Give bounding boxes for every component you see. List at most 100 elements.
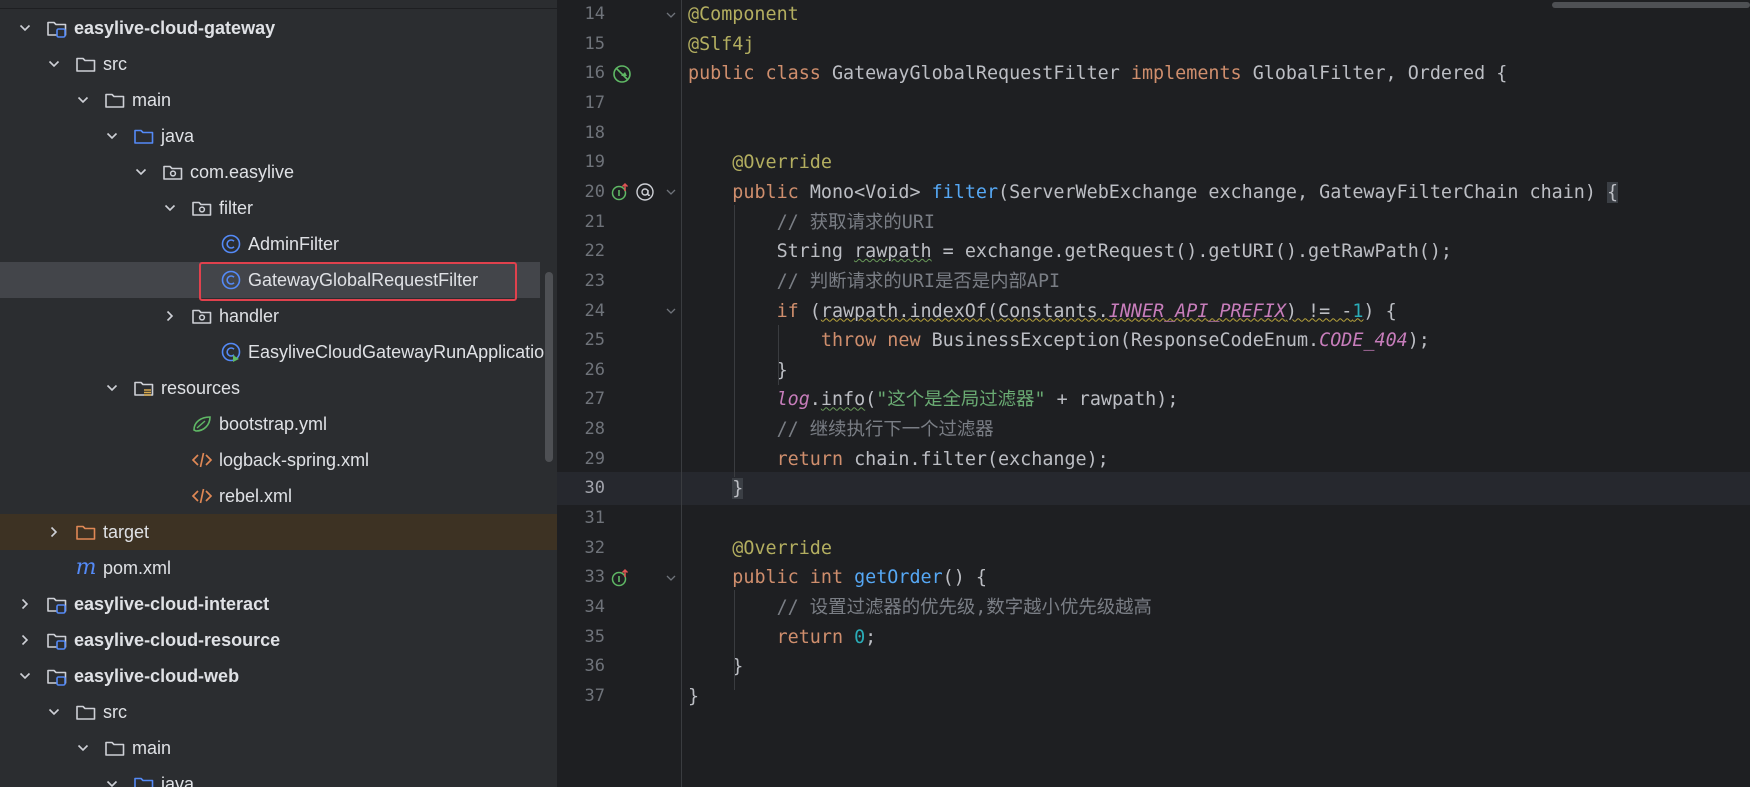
code-text[interactable]: @Slf4j bbox=[688, 28, 754, 61]
tree-item[interactable]: java bbox=[0, 118, 557, 154]
code-line[interactable]: 34 // 设置过滤器的优先级,数字越小优先级越高 bbox=[557, 591, 1750, 624]
code-line[interactable]: 31 bbox=[557, 502, 1750, 535]
code-text[interactable]: // 获取请求的URI bbox=[688, 206, 935, 239]
chevron-down-icon[interactable] bbox=[18, 21, 32, 35]
code-text[interactable]: public class GatewayGlobalRequestFilter … bbox=[688, 57, 1507, 90]
code-text[interactable]: } bbox=[688, 354, 788, 387]
code-line[interactable]: 15 @Slf4j bbox=[557, 28, 1750, 61]
code-text[interactable]: @Override bbox=[688, 146, 832, 179]
code-text[interactable]: log.info("这个是全局过滤器" + rawpath); bbox=[688, 383, 1179, 416]
line-number[interactable]: 37 bbox=[557, 680, 605, 713]
line-number[interactable]: 27 bbox=[557, 383, 605, 416]
code-text[interactable]: String rawpath = exchange.getRequest().g… bbox=[688, 235, 1452, 268]
code-line[interactable]: 16 public class GatewayGlobalRequestFilte… bbox=[557, 57, 1750, 90]
line-number[interactable]: 36 bbox=[557, 650, 605, 683]
code-line[interactable]: 18 bbox=[557, 117, 1750, 150]
chevron-down-icon[interactable] bbox=[47, 57, 61, 71]
line-number[interactable]: 21 bbox=[557, 206, 605, 239]
project-tree[interactable]: easylive-cloud-gateway src main java com.eas… bbox=[0, 0, 557, 787]
tree-item[interactable]: GatewayGlobalRequestFilter bbox=[0, 262, 540, 298]
tree-item[interactable]: m pom.xml bbox=[0, 550, 557, 586]
chevron-down-icon[interactable] bbox=[105, 381, 119, 395]
line-number[interactable]: 15 bbox=[557, 28, 605, 61]
code-line[interactable]: 20 public Mono<Void> filter(ServerWebExc… bbox=[557, 176, 1750, 209]
code-line[interactable]: 24 if (rawpath.indexOf(Constants.INNER_A… bbox=[557, 295, 1750, 328]
tree-item[interactable]: target bbox=[0, 514, 557, 550]
line-number[interactable]: 17 bbox=[557, 87, 605, 120]
code-line[interactable]: 25 throw new BusinessException(ResponseC… bbox=[557, 324, 1750, 357]
code-text[interactable]: @Component bbox=[688, 0, 799, 31]
line-number[interactable]: 28 bbox=[557, 413, 605, 446]
tree-item[interactable]: bootstrap.yml bbox=[0, 406, 557, 442]
tree-item[interactable]: src bbox=[0, 694, 557, 730]
line-number[interactable]: 29 bbox=[557, 443, 605, 476]
code-line[interactable]: 26 } bbox=[557, 354, 1750, 387]
tree-item[interactable]: EasyliveCloudGatewayRunApplication bbox=[0, 334, 557, 370]
line-number[interactable]: 24 bbox=[557, 295, 605, 328]
code-text[interactable]: if (rawpath.indexOf(Constants.INNER_API_… bbox=[688, 295, 1397, 328]
line-number[interactable]: 30 bbox=[557, 472, 605, 505]
tree-item[interactable]: easylive-cloud-gateway bbox=[0, 10, 557, 46]
chevron-down-icon[interactable] bbox=[105, 777, 119, 787]
code-text[interactable]: return chain.filter(exchange); bbox=[688, 443, 1109, 476]
code-line[interactable]: 17 bbox=[557, 87, 1750, 120]
fold-chevron-icon[interactable] bbox=[665, 176, 677, 209]
line-number[interactable]: 26 bbox=[557, 354, 605, 387]
tree-item[interactable]: easylive-cloud-interact bbox=[0, 586, 557, 622]
tree-item[interactable]: src bbox=[0, 46, 557, 82]
code-text[interactable]: public int getOrder() { bbox=[688, 561, 987, 594]
tree-item[interactable]: AdminFilter bbox=[0, 226, 557, 262]
tree-item[interactable]: handler bbox=[0, 298, 557, 334]
tree-item[interactable]: com.easylive bbox=[0, 154, 557, 190]
line-number[interactable]: 35 bbox=[557, 621, 605, 654]
code-line[interactable]: 22 String rawpath = exchange.getRequest(… bbox=[557, 235, 1750, 268]
chevron-down-icon[interactable] bbox=[18, 669, 32, 683]
line-number[interactable]: 22 bbox=[557, 235, 605, 268]
fold-chevron-icon[interactable] bbox=[665, 295, 677, 328]
line-number[interactable]: 33 bbox=[557, 561, 605, 594]
code-text[interactable]: return 0; bbox=[688, 621, 877, 654]
tree-item[interactable]: logback-spring.xml bbox=[0, 442, 557, 478]
code-line[interactable]: 36 } bbox=[557, 650, 1750, 683]
chevron-right-icon[interactable] bbox=[163, 309, 177, 323]
chevron-down-icon[interactable] bbox=[76, 741, 90, 755]
code-text[interactable]: // 判断请求的URI是否是内部API bbox=[688, 265, 1061, 298]
chevron-down-icon[interactable] bbox=[47, 705, 61, 719]
code-line[interactable]: 29 return chain.filter(exchange); bbox=[557, 443, 1750, 476]
chevron-down-icon[interactable] bbox=[134, 165, 148, 179]
code-line[interactable]: 33 public int getOrder() { bbox=[557, 561, 1750, 594]
code-text[interactable]: } bbox=[688, 650, 743, 683]
tree-item[interactable]: main bbox=[0, 730, 557, 766]
implement-gutter-icon[interactable] bbox=[611, 561, 631, 594]
fold-chevron-icon[interactable] bbox=[665, 0, 677, 31]
code-editor[interactable]: 14 @Component 15 @Slf4j 16 public class Gatew… bbox=[557, 0, 1750, 787]
code-line[interactable]: 27 log.info("这个是全局过滤器" + rawpath); bbox=[557, 383, 1750, 416]
line-number[interactable]: 20 bbox=[557, 176, 605, 209]
chevron-right-icon[interactable] bbox=[47, 525, 61, 539]
line-number[interactable]: 25 bbox=[557, 324, 605, 357]
tree-item[interactable]: filter bbox=[0, 190, 557, 226]
code-text[interactable]: } bbox=[688, 472, 744, 505]
tree-vertical-scrollbar[interactable] bbox=[545, 272, 553, 462]
code-line[interactable]: 23 // 判断请求的URI是否是内部API bbox=[557, 265, 1750, 298]
tree-item[interactable]: easylive-cloud-web bbox=[0, 658, 557, 694]
code-line[interactable]: 14 @Component bbox=[557, 0, 1750, 31]
chevron-right-icon[interactable] bbox=[18, 597, 32, 611]
override-gutter-icon[interactable] bbox=[611, 176, 657, 209]
line-number[interactable]: 14 bbox=[557, 0, 605, 31]
code-text[interactable]: } bbox=[688, 680, 699, 713]
line-number[interactable]: 19 bbox=[557, 146, 605, 179]
code-line[interactable]: 37} bbox=[557, 680, 1750, 713]
chevron-down-icon[interactable] bbox=[76, 93, 90, 107]
tree-item[interactable]: resources bbox=[0, 370, 557, 406]
chevron-down-icon[interactable] bbox=[105, 129, 119, 143]
line-number[interactable]: 18 bbox=[557, 117, 605, 150]
tree-item[interactable]: rebel.xml bbox=[0, 478, 557, 514]
chevron-right-icon[interactable] bbox=[18, 633, 32, 647]
line-number[interactable]: 23 bbox=[557, 265, 605, 298]
line-number[interactable]: 16 bbox=[557, 57, 605, 90]
code-text[interactable]: public Mono<Void> filter(ServerWebExchan… bbox=[688, 176, 1619, 209]
code-text[interactable]: throw new BusinessException(ResponseCode… bbox=[688, 324, 1430, 357]
line-number[interactable]: 34 bbox=[557, 591, 605, 624]
fold-chevron-icon[interactable] bbox=[665, 561, 677, 594]
